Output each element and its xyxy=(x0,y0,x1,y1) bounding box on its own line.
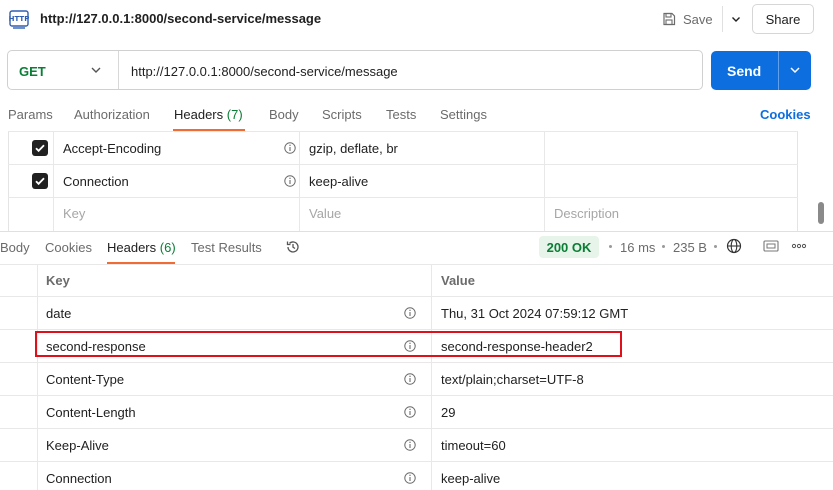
tab-scripts[interactable]: Scripts xyxy=(322,107,362,122)
table-divider xyxy=(37,264,38,490)
table-divider xyxy=(431,264,432,490)
response-header-value[interactable]: timeout=60 xyxy=(441,438,506,453)
tab-settings[interactable]: Settings xyxy=(440,107,487,122)
save-options-button[interactable] xyxy=(722,6,749,32)
save-label: Save xyxy=(683,11,713,27)
response-header-value[interactable]: keep-alive xyxy=(441,471,500,486)
column-header-key: Key xyxy=(46,273,70,288)
globe-icon[interactable] xyxy=(726,238,742,254)
table-divider xyxy=(8,164,798,165)
info-icon[interactable] xyxy=(284,142,296,154)
response-size[interactable]: 235 B xyxy=(673,240,707,255)
url-divider xyxy=(118,51,119,89)
checkbox-icon xyxy=(35,144,45,153)
table-divider xyxy=(544,131,545,231)
table-divider xyxy=(8,197,798,198)
pane-divider[interactable] xyxy=(0,231,833,232)
response-tab-headers-count: (6) xyxy=(159,240,176,255)
response-header-key[interactable]: Content-Length xyxy=(46,405,136,420)
separator-dot xyxy=(609,245,612,248)
new-value-input[interactable]: Value xyxy=(309,206,341,221)
response-header-key[interactable]: date xyxy=(46,306,71,321)
table-divider xyxy=(8,131,798,132)
share-button[interactable]: Share xyxy=(752,4,814,34)
table-divider xyxy=(53,131,54,231)
new-key-input[interactable]: Key xyxy=(63,206,85,221)
table-divider xyxy=(299,131,300,231)
scrollbar-thumb[interactable] xyxy=(818,202,824,224)
table-divider xyxy=(0,329,833,330)
tab-tests[interactable]: Tests xyxy=(386,107,416,122)
table-divider xyxy=(0,395,833,396)
chevron-down-icon[interactable] xyxy=(789,64,801,76)
tab-params[interactable]: Params xyxy=(8,107,53,122)
info-icon[interactable] xyxy=(404,373,416,385)
response-header-value[interactable]: 29 xyxy=(441,405,455,420)
table-divider xyxy=(0,362,833,363)
chevron-down-icon xyxy=(732,17,740,22)
info-icon[interactable] xyxy=(284,175,296,187)
highlight-annotation xyxy=(35,331,622,357)
table-divider xyxy=(0,296,833,297)
info-icon[interactable] xyxy=(404,472,416,484)
separator-dot xyxy=(662,245,665,248)
response-time[interactable]: 16 ms xyxy=(620,240,655,255)
save-icon xyxy=(663,12,676,26)
status-badge[interactable]: 200 OK xyxy=(539,236,599,258)
screenshot-icon[interactable] xyxy=(763,240,779,252)
url-input[interactable]: http://127.0.0.1:8000/second-service/mes… xyxy=(131,64,398,79)
new-description-input[interactable]: Description xyxy=(554,206,619,221)
table-divider xyxy=(0,428,833,429)
info-icon[interactable] xyxy=(404,439,416,451)
response-header-key[interactable]: Content-Type xyxy=(46,372,124,387)
request-header-value[interactable]: keep-alive xyxy=(309,174,368,189)
checkbox-icon xyxy=(35,177,45,186)
table-divider xyxy=(0,461,833,462)
request-header-key[interactable]: Connection xyxy=(63,174,129,189)
separator-dot xyxy=(714,245,717,248)
cookies-link[interactable]: Cookies xyxy=(760,107,811,122)
column-header-value: Value xyxy=(441,273,475,288)
tab-headers-label: Headers xyxy=(174,107,224,122)
response-header-key[interactable]: Keep-Alive xyxy=(46,438,109,453)
response-tab-headers[interactable]: Headers (6) xyxy=(107,240,176,255)
svg-text:HTTP: HTTP xyxy=(9,15,30,23)
table-divider xyxy=(0,264,833,265)
tab-headers[interactable]: Headers (7) xyxy=(174,107,243,122)
tab-headers-count: (7) xyxy=(226,107,243,122)
info-icon[interactable] xyxy=(404,406,416,418)
response-header-key[interactable]: Connection xyxy=(46,471,112,486)
checkbox-connection[interactable] xyxy=(32,173,48,189)
tab-authorization[interactable]: Authorization xyxy=(74,107,150,122)
http-icon: HTTP xyxy=(9,10,30,29)
save-button[interactable]: Save xyxy=(662,6,713,32)
more-icon[interactable] xyxy=(791,242,807,250)
response-tab-body[interactable]: Body xyxy=(0,240,30,255)
response-tab-test-results[interactable]: Test Results xyxy=(191,240,262,255)
tab-body[interactable]: Body xyxy=(269,107,299,122)
chevron-down-icon[interactable] xyxy=(90,64,102,76)
request-title[interactable]: http://127.0.0.1:8000/second-service/mes… xyxy=(40,11,321,26)
send-label[interactable]: Send xyxy=(727,63,761,79)
method-select[interactable]: GET xyxy=(19,64,46,79)
checkbox-accept-encoding[interactable] xyxy=(32,140,48,156)
response-tab-cookies[interactable]: Cookies xyxy=(45,240,92,255)
send-divider xyxy=(778,51,779,90)
response-tab-headers-label: Headers xyxy=(107,240,157,255)
info-icon[interactable] xyxy=(404,307,416,319)
request-header-key[interactable]: Accept-Encoding xyxy=(63,141,161,156)
request-header-value[interactable]: gzip, deflate, br xyxy=(309,141,398,156)
response-header-value[interactable]: Thu, 31 Oct 2024 07:59:12 GMT xyxy=(441,306,628,321)
response-header-value[interactable]: text/plain;charset=UTF-8 xyxy=(441,372,584,387)
history-icon[interactable] xyxy=(285,239,301,255)
